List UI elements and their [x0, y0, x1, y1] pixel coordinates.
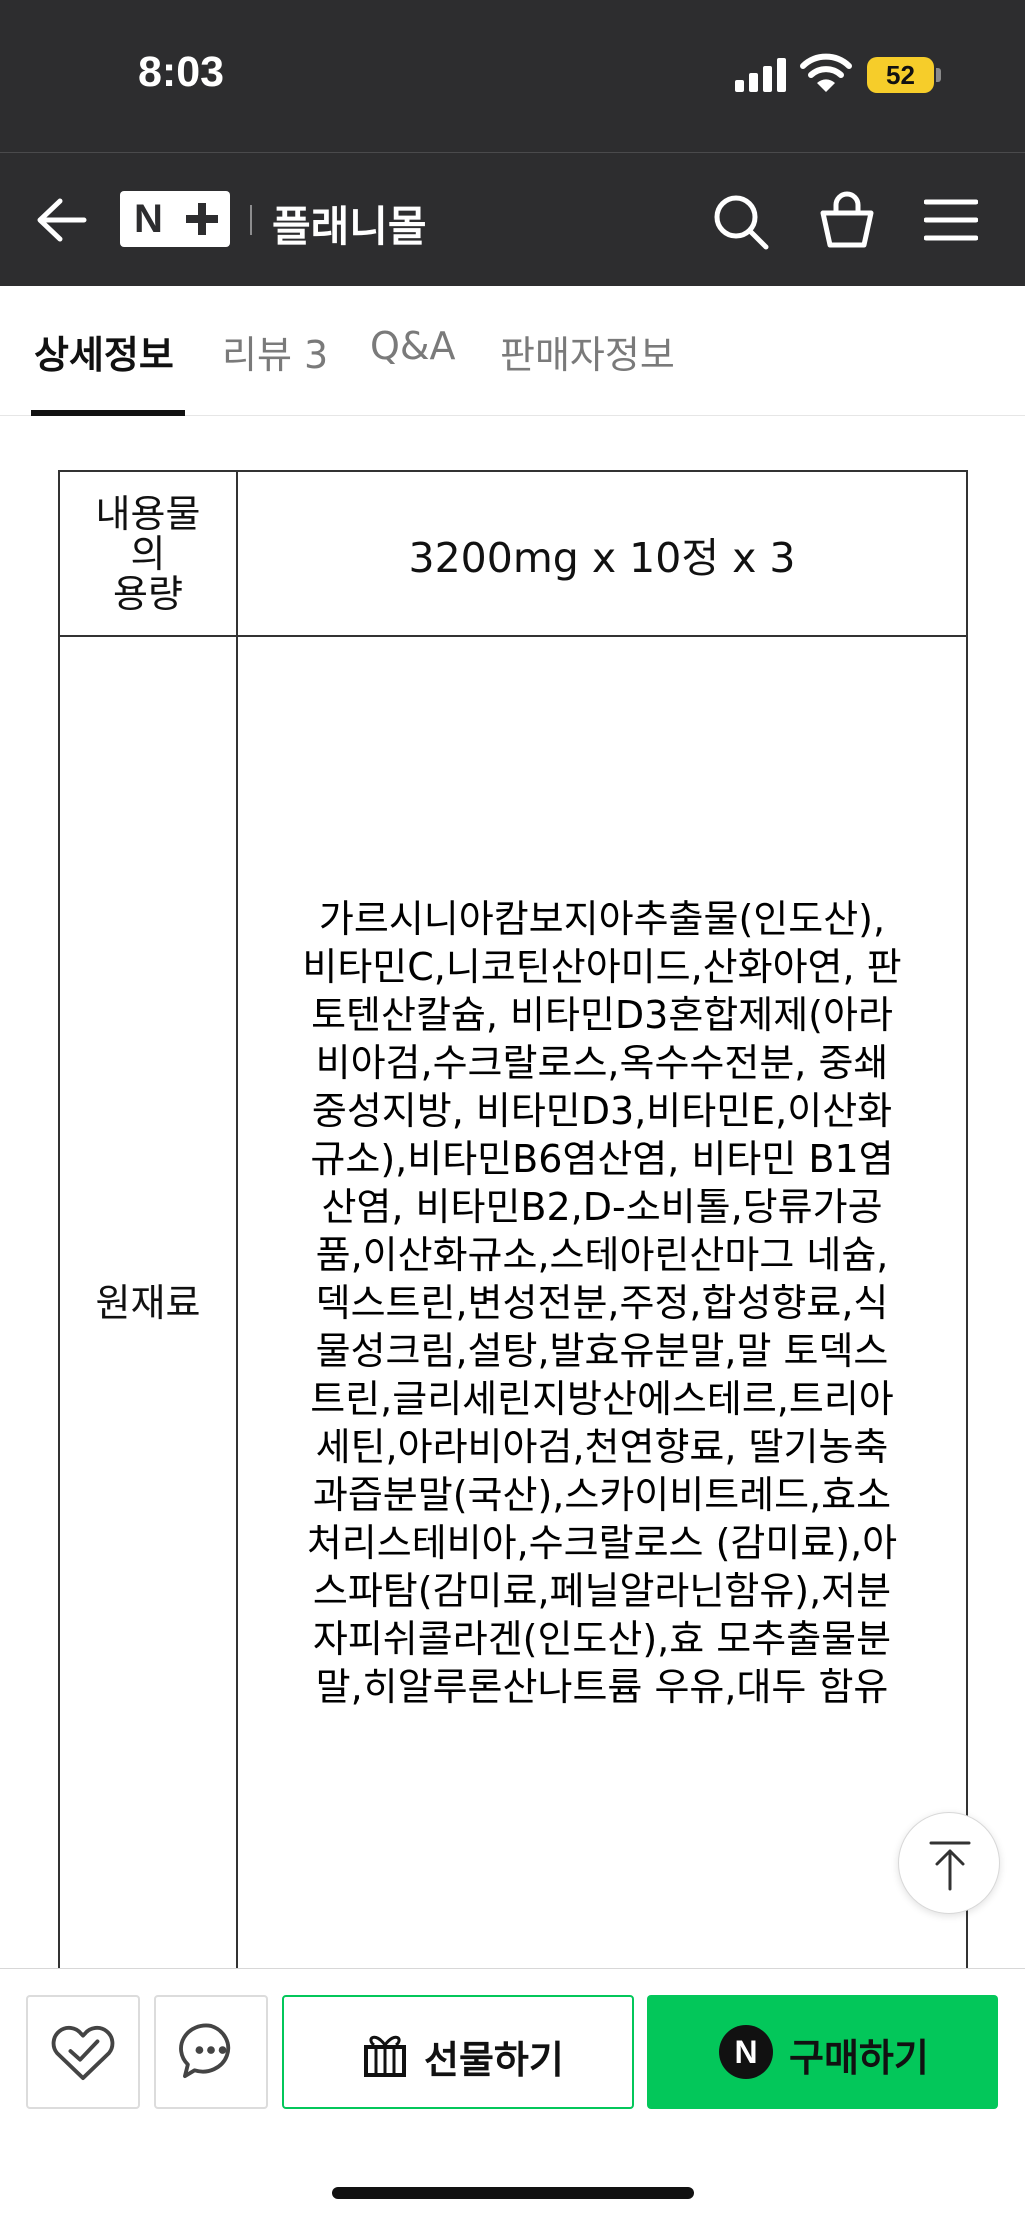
ingredients-line: 산염, 비타민B2,D-소비톨,당류가공	[321, 1184, 883, 1229]
table-row: 원재료 가르시니아캄보지아추출물(인도산), 비타민C,니코틴산아미드,산화아연…	[58, 635, 968, 1970]
battery-indicator: 52	[867, 57, 934, 93]
ingredients-line: 세틴,아라비아검,천연향료, 딸기농축	[315, 1424, 889, 1469]
home-indicator	[332, 2187, 694, 2199]
npay-icon: N	[719, 2025, 773, 2079]
ingredients-line: 토텐산칼슘, 비타민D3혼합제제(아라	[311, 992, 893, 1037]
active-tab-indicator	[31, 410, 185, 416]
talk-button[interactable]	[154, 1995, 268, 2109]
tab-qna[interactable]: Q&A	[370, 324, 456, 368]
plus-icon	[186, 203, 218, 235]
page: 8:03 52 N 플래니몰 상세정보 리뷰 3 Q&A 판매자정보 내용물 의…	[0, 0, 1025, 2222]
back-icon[interactable]	[34, 197, 88, 243]
tab-seller-info[interactable]: 판매자정보	[500, 324, 675, 379]
ingredients-line: 중성지방, 비타민D3,비타민E,이산화	[311, 1088, 893, 1133]
product-spec-table: 내용물 의 용량 3200mg x 10정 x 3 원재료 가르시니아캄보지아추…	[58, 470, 968, 1970]
spec-header-line: 용량	[113, 571, 183, 616]
spec-value-ingredients: 가르시니아캄보지아추출물(인도산), 비타민C,니코틴산아미드,산화아연, 판 …	[236, 635, 968, 1970]
ingredients-line: 비아검,수크랄로스,옥수수전분, 중쇄	[315, 1040, 889, 1085]
ingredients-line: 트린,글리세린지방산에스테르,트리아	[310, 1376, 894, 1421]
gift-button[interactable]: 선물하기	[282, 1995, 634, 2109]
scroll-to-top-button[interactable]	[898, 1812, 1000, 1914]
gift-button-label: 선물하기	[424, 2038, 564, 2082]
buy-button-label: 구매하기	[789, 2036, 929, 2080]
spec-header-ingredients: 원재료	[58, 635, 238, 1970]
product-tabs: 상세정보 리뷰 3 Q&A 판매자정보	[0, 286, 1025, 416]
ingredients-line: 덱스트린,변성전분,주정,합성향료,식	[315, 1280, 889, 1325]
spec-header-capacity: 내용물 의 용량	[58, 470, 238, 637]
ingredients-line: 과즙분말(국산),스카이비트레드,효소	[312, 1472, 892, 1517]
battery-cap	[936, 68, 941, 82]
logo-letter: N	[134, 197, 163, 241]
ingredients-line: 비타민C,니코틴산아미드,산화아연, 판	[302, 944, 902, 989]
search-icon[interactable]	[712, 193, 770, 251]
ingredients-line: 스파탐(감미료,페닐알라닌함유),저분	[312, 1568, 892, 1613]
tab-detail-info[interactable]: 상세정보	[34, 324, 174, 379]
buy-button[interactable]: N 구매하기	[647, 1995, 998, 2109]
spec-header-line: 의	[130, 531, 166, 576]
gift-icon	[364, 2035, 406, 2077]
ingredients-line: 자피쉬콜라겐(인도산),효 모추출물분	[312, 1616, 892, 1661]
header-divider	[250, 205, 252, 235]
status-bar: 8:03 52	[0, 0, 1025, 152]
cart-icon[interactable]	[818, 191, 876, 249]
ingredients-line: 규소),비타민B6염산염, 비타민 B1염	[310, 1136, 894, 1181]
wishlist-button[interactable]	[26, 1995, 140, 2109]
app-header: N 플래니몰	[0, 152, 1025, 286]
bottom-purchase-bar: 선물하기 N 구매하기	[0, 1968, 1025, 2222]
ingredients-line: 가르시니아캄보지아추출물(인도산),	[318, 896, 886, 941]
spec-header-line: 내용물	[95, 491, 201, 536]
ingredients-line: 말,히알루론산나트륨 우유,대두 함유	[315, 1664, 889, 1709]
ingredients-line: 물성크림,설탕,발효유분말,말 토덱스	[315, 1328, 889, 1373]
heart-check-icon	[51, 2025, 115, 2080]
naver-plus-logo[interactable]: N	[120, 191, 230, 247]
chat-icon	[179, 2023, 231, 2079]
cellular-signal-icon	[735, 58, 787, 92]
table-row: 내용물 의 용량 3200mg x 10정 x 3	[58, 470, 968, 637]
menu-icon[interactable]	[924, 197, 978, 243]
store-name[interactable]: 플래니몰	[272, 193, 427, 254]
wifi-icon	[800, 53, 852, 92]
status-time: 8:03	[138, 48, 225, 96]
tab-reviews[interactable]: 리뷰 3	[222, 324, 328, 379]
ingredients-line: 품,이산화규소,스테아린산마그 네슘,	[315, 1232, 889, 1277]
arrow-up-icon	[929, 1841, 971, 1891]
spec-value-capacity: 3200mg x 10정 x 3	[236, 470, 968, 637]
ingredients-line: 처리스테비아,수크랄로스 (감미료),아	[306, 1520, 898, 1565]
